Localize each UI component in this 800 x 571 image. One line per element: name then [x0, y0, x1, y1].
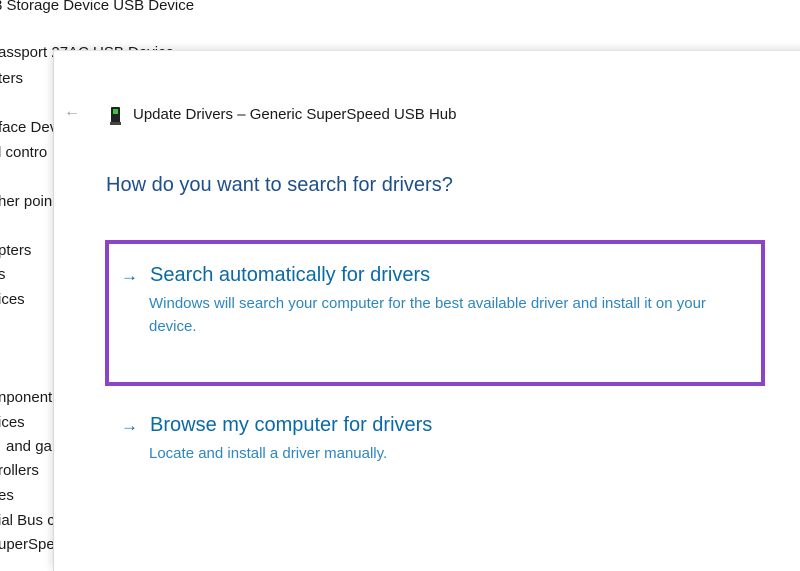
dialog-title: Update Drivers – Generic SuperSpeed USB … — [133, 106, 457, 123]
browse-computer-option[interactable]: → Browse my computer for drivers Locate … — [105, 390, 765, 488]
tree-item[interactable]: l contro — [0, 144, 47, 161]
tree-item[interactable]: rollers — [0, 462, 39, 479]
option-description: Windows will search your computer for th… — [149, 295, 706, 335]
tree-item[interactable]: es — [0, 487, 14, 504]
tree-item[interactable]: ices — [0, 414, 25, 431]
search-automatically-option[interactable]: → Search automatically for drivers Windo… — [105, 240, 765, 386]
back-arrow-icon[interactable]: ← — [64, 103, 80, 121]
tree-item[interactable]: ters — [0, 70, 23, 87]
arrow-right-icon: → — [121, 265, 138, 285]
option-title[interactable]: Search automatically for drivers — [150, 264, 430, 287]
arrow-right-icon: → — [121, 415, 138, 435]
tree-item[interactable]: and ga — [6, 438, 52, 455]
option-title[interactable]: Browse my computer for drivers — [150, 414, 432, 437]
tree-item[interactable]: s — [0, 266, 6, 283]
usb-hub-icon — [110, 107, 121, 125]
tree-item[interactable]: ial Bus c — [0, 512, 55, 529]
tree-item[interactable]: pters — [0, 242, 31, 259]
tree-item[interactable]: her poin — [0, 193, 52, 210]
update-drivers-dialog: ← Update Drivers – Generic SuperSpeed US… — [53, 50, 800, 571]
option-description: Locate and install a driver manually. — [149, 445, 388, 462]
tree-item[interactable]: face Dev — [0, 119, 57, 136]
tree-item[interactable]: uperSpe — [0, 536, 55, 553]
tree-item[interactable]: 3 Storage Device USB Device — [0, 0, 194, 14]
dialog-heading: How do you want to search for drivers? — [106, 174, 453, 196]
tree-item[interactable]: nponent — [0, 389, 52, 406]
tree-item[interactable]: ices — [0, 291, 25, 308]
